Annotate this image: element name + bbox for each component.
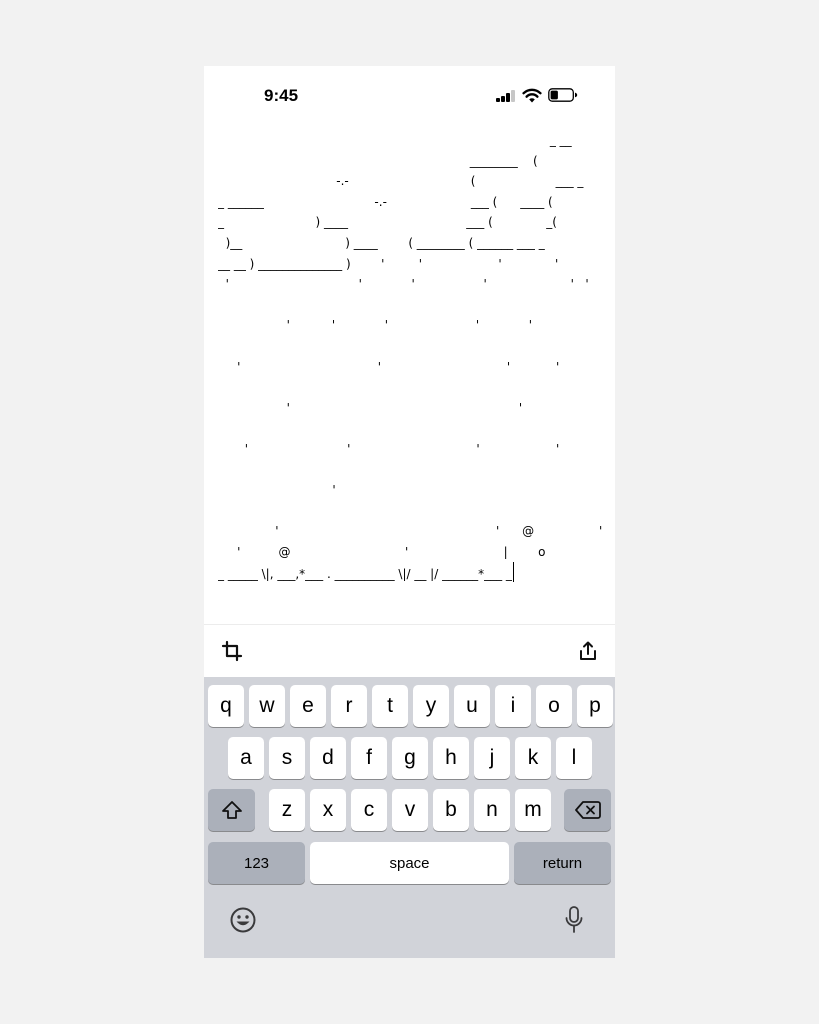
ascii-line: _ __ [218,133,572,147]
ascii-line: ' ' ' ' ' ' [218,277,589,292]
shift-key[interactable] [208,789,255,831]
ascii-line: _ ) ____ ___ ( _( [218,215,557,230]
key-r[interactable]: r [331,685,367,727]
status-time: 9:45 [264,86,299,105]
phone-screen: 9:45 _ __ ________ (-.- (___ _ _ _____… [204,66,615,958]
key-e[interactable]: e [290,685,326,727]
microphone-icon[interactable] [558,904,590,936]
key-s[interactable]: s [269,737,305,779]
key-p[interactable]: p [577,685,613,727]
key-f[interactable]: f [351,737,387,779]
ascii-art-text[interactable]: _ __ ________ ( -.- ( ___ _ _ ______ -.-… [218,130,608,585]
text-cursor [512,562,515,583]
ascii-line [218,501,608,522]
ascii-line: ' ' ' ' ' ' [218,318,608,333]
key-b[interactable]: b [433,789,469,831]
key-g[interactable]: g [392,737,428,779]
key-t[interactable]: t [372,685,408,727]
key-l[interactable]: l [556,737,592,779]
ascii-line: ' ' ' ' ' [218,359,608,374]
ascii-line: ' ' [218,400,523,415]
key-h[interactable]: h [433,737,469,779]
key-a[interactable]: a [228,737,264,779]
key-u[interactable]: u [454,685,490,727]
key-j[interactable]: j [474,737,510,779]
ascii-line: -.- ( ___ _ [218,174,584,189]
key-d[interactable]: d [310,737,346,779]
key-q[interactable]: q [208,685,244,727]
ascii-line [218,377,608,398]
key-v[interactable]: v [392,789,428,831]
ascii-line: _ ______ -.- ___ ( ____ ( [218,194,553,209]
return-key[interactable]: return [514,842,611,884]
numbers-key[interactable]: 123 [208,842,305,884]
key-x[interactable]: x [310,789,346,831]
key-w[interactable]: w [249,685,285,727]
battery-icon [548,88,578,102]
key-n[interactable]: n [474,789,510,831]
share-icon[interactable] [575,638,601,664]
ascii-line: __ __ ) ______________ ) ' ' ' ' [218,256,559,271]
crop-icon[interactable] [219,638,245,664]
ascii-line: ' ' [218,483,608,498]
cellular-signal-icon [496,90,516,102]
ascii-line [218,460,608,481]
key-c[interactable]: c [351,789,387,831]
wifi-icon [522,87,542,103]
key-k[interactable]: k [515,737,551,779]
status-bar: 9:45 [204,66,615,124]
text-editor[interactable]: _ __ ________ ( -.- ( ___ _ _ ______ -.-… [218,130,608,620]
shift-icon [221,801,242,819]
ascii-line: ' ' ' ' [218,441,560,456]
key-i[interactable]: i [495,685,531,727]
ascii-line: )__ ) ____ ( ________ ( ______ ___ _ [218,235,545,250]
ascii-line: ' ' @ ' [218,524,603,539]
ascii-line: ________ ( [218,153,538,168]
ascii-line: _ _____ \|, ___,*___ . __________ \|/ __… [218,562,608,585]
key-z[interactable]: z [269,789,305,831]
ascii-line [218,295,608,316]
keyboard: qwertyuiop asdfghjkl zxcvbnm 123 space r… [204,677,615,958]
ascii-line: ' @ ' | o [218,544,546,559]
ascii-line [218,336,608,357]
emoji-icon[interactable] [227,904,259,936]
key-o[interactable]: o [536,685,572,727]
ascii-line [218,418,608,439]
space-key[interactable]: space [310,842,509,884]
delete-key[interactable] [564,789,611,831]
editor-toolbar [204,625,615,677]
delete-backspace-icon [574,801,601,819]
key-m[interactable]: m [515,789,551,831]
key-y[interactable]: y [413,685,449,727]
